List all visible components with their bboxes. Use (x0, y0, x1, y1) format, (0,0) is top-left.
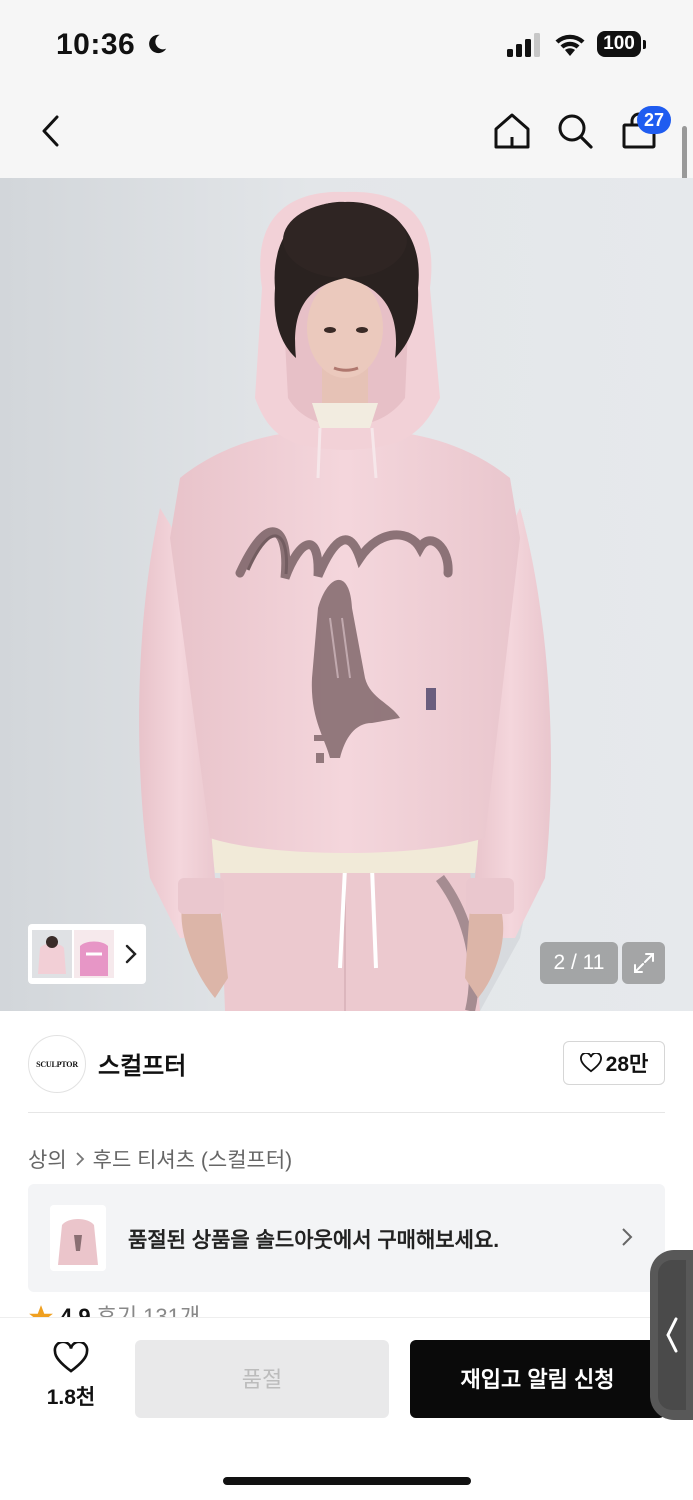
thumbnail-strip[interactable] (28, 924, 146, 984)
chevron-left-icon (42, 115, 59, 147)
soldout-banner[interactable]: 품절된 상품을 솔드아웃에서 구매해보세요. (28, 1184, 665, 1292)
banner-product-thumbnail (50, 1205, 106, 1271)
review-rating: 4.9 (60, 1304, 91, 1318)
product-image[interactable] (0, 178, 693, 1011)
search-icon (558, 114, 593, 149)
home-indicator[interactable] (223, 1477, 471, 1485)
breadcrumb: 상의 후드 티셔츠 (스컬프터) (28, 1144, 292, 1174)
battery-indicator: 100 (597, 31, 647, 59)
side-panel-handle[interactable] (650, 1250, 693, 1420)
wifi-icon (555, 34, 585, 56)
breadcrumb-category[interactable]: 상의 (28, 1144, 67, 1174)
soldout-button: 품절 (135, 1340, 389, 1418)
chevron-left-icon (665, 1317, 677, 1353)
battery-level: 100 (597, 31, 641, 57)
brand-logo[interactable]: SCULPTOR (28, 1035, 86, 1093)
home-icon (494, 113, 530, 149)
wishlist-count: 1.8천 (46, 1386, 96, 1409)
fullscreen-button[interactable] (622, 942, 665, 984)
search-button[interactable] (550, 106, 600, 156)
top-nav (0, 90, 693, 178)
breadcrumb-subcategory[interactable]: 후드 티셔츠 (스컬프터) (93, 1144, 293, 1174)
heart-icon (579, 1053, 602, 1073)
thumbnail-image (74, 930, 114, 978)
brand-name[interactable]: 스컬프터 (98, 1046, 186, 1081)
expand-icon (633, 953, 654, 973)
chevron-right-icon (622, 1228, 633, 1246)
signal-icon (507, 33, 540, 57)
status-time: 10:36 (56, 28, 136, 61)
thumbnail-image (32, 930, 72, 978)
home-button[interactable] (487, 106, 537, 156)
chevron-right-icon (76, 1152, 84, 1166)
review-count: 후기 131개 (96, 1304, 201, 1318)
cart-count-badge: 27 (637, 106, 671, 134)
review-summary[interactable]: 4.9 후기 131개 (28, 1302, 200, 1318)
brand-like-button[interactable]: 28만 (563, 1041, 665, 1085)
restock-alert-button[interactable]: 재입고 알림 신청 (410, 1340, 665, 1418)
chevron-right-icon (125, 944, 137, 964)
wishlist-button[interactable]: 1.8천 (40, 1340, 102, 1411)
back-button[interactable] (26, 106, 76, 156)
brand-logo-text: SCULPTOR (36, 1059, 78, 1069)
heart-icon (53, 1340, 89, 1373)
brand-like-count: 28만 (605, 1053, 649, 1076)
status-bar: 10:36 100 (0, 0, 693, 90)
moon-icon (149, 34, 167, 54)
star-icon (29, 1305, 53, 1318)
divider (28, 1112, 665, 1113)
product-photo (139, 191, 551, 1011)
image-counter: 2 / 11 (540, 942, 618, 984)
soldout-banner-text: 품절된 상품을 솔드아웃에서 구매해보세요. (128, 1229, 500, 1252)
